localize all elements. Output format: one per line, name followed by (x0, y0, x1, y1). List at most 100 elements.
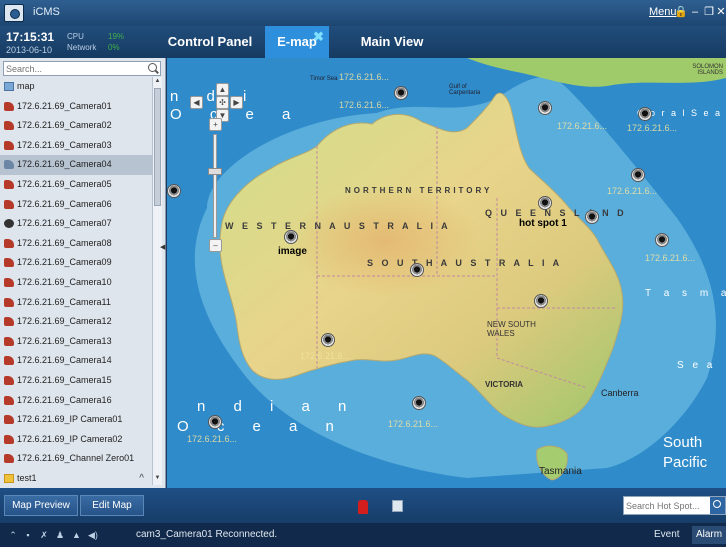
map-pan-control: ▲ ◀ ✣ ▶ ▼ (190, 83, 243, 122)
scroll-up-icon[interactable]: ▲ (154, 78, 161, 87)
camera-icon (4, 121, 14, 131)
camera-icon (4, 336, 14, 346)
status-bar: ⌃ ▪ ✗ ♟ ▲ ◀) cam3_Camera01 Reconnected. … (0, 523, 726, 547)
map-camera-pin[interactable] (538, 196, 552, 210)
pan-right-icon[interactable]: ▶ (230, 96, 243, 109)
search-icon[interactable] (710, 497, 725, 514)
e-map-canvas[interactable]: W E S T E R N A U S T R A L I A NORTHERN… (167, 58, 726, 488)
tree-item[interactable]: 172.6.21.69_IP Camera02 (0, 430, 152, 450)
tree-item[interactable]: map (0, 77, 152, 97)
tab-main-view[interactable]: Main View (352, 26, 432, 58)
tree-item[interactable]: 172.6.21.69_Camera03 (0, 136, 152, 156)
camera-icon (4, 101, 14, 111)
scroll-down-icon[interactable]: ▼ (154, 475, 161, 484)
tab-close-icon[interactable]: ✖ (313, 29, 324, 45)
speaker-icon[interactable]: ◀) (88, 530, 98, 540)
close-icon[interactable]: ✕ (714, 4, 726, 20)
zoom-slider[interactable]: + – (208, 118, 222, 252)
tree-item[interactable]: 172.6.21.69_Camera14 (0, 351, 152, 371)
map-camera-pin[interactable] (284, 230, 298, 244)
device-tree: map 172.6.21.69_Camera01 172.6.21.69_Camer… (0, 77, 152, 488)
tree-item[interactable]: 172.6.21.69_Camera16 (0, 391, 152, 411)
tree-item[interactable]: 172.6.21.69_Camera07 (0, 214, 152, 234)
icms-window: iCMS Menu 🔒 – ❐ ✕ 17:15:31 2013-06-10 CP… (0, 0, 726, 547)
map-camera-pin[interactable] (410, 263, 424, 277)
tree-item[interactable]: 172.6.21.69_Camera05 (0, 175, 152, 195)
map-camera-pin[interactable] (631, 168, 645, 182)
edit-map-button[interactable]: Edit Map (80, 495, 144, 516)
tree-item-label: map (17, 81, 35, 91)
minimize-icon[interactable]: – (688, 4, 702, 20)
pan-up-icon[interactable]: ▲ (216, 83, 229, 96)
map-camera-pin[interactable] (534, 294, 548, 308)
tree-search-input[interactable] (6, 63, 144, 75)
zoom-thumb[interactable] (208, 168, 222, 175)
map-camera-pin[interactable] (655, 233, 669, 247)
app-logo-icon (4, 4, 24, 22)
pan-center-icon[interactable]: ✣ (216, 96, 229, 109)
tree-item[interactable]: 172.6.21.69_Camera08 (0, 234, 152, 254)
tree-item[interactable]: 172.6.21.69_Channel Zero01 (0, 449, 152, 469)
zoom-rail[interactable] (213, 134, 217, 238)
scroll-thumb[interactable] (154, 88, 161, 206)
camera-icon (4, 395, 14, 405)
map-camera-pin[interactable] (638, 107, 652, 121)
collapse-panel-icon[interactable]: ◀ (160, 243, 166, 253)
tree-item[interactable]: 172.6.21.69_Camera06 (0, 195, 152, 215)
tree-item-label: 172.6.21.69_Camera01 (17, 100, 112, 111)
map-camera-pin[interactable] (412, 396, 426, 410)
zoom-out-icon[interactable]: – (209, 239, 222, 252)
zoom-in-icon[interactable]: + (209, 118, 222, 131)
tree-scrollbar[interactable]: ▲ ▼ (152, 77, 162, 485)
tree-item[interactable]: 172.6.21.69_Camera04 (0, 155, 152, 175)
camera-icon (4, 375, 14, 385)
menu-button[interactable]: Menu (649, 6, 677, 18)
event-button[interactable]: Event (654, 529, 680, 540)
map-preview-button[interactable]: Map Preview (4, 495, 78, 516)
map-camera-pin[interactable] (208, 415, 222, 429)
lock-icon[interactable]: 🔒 (674, 4, 688, 20)
hot-spot-label[interactable]: hot spot 1 (519, 218, 567, 229)
map-camera-pin[interactable] (321, 333, 335, 347)
tree-item[interactable]: 172.6.21.69_Camera13 (0, 332, 152, 352)
tree-item-label: 172.6.21.69_Camera04 (17, 159, 112, 170)
label-solomon: SOLOMON ISLANDS (692, 64, 723, 76)
search-icon[interactable] (148, 63, 157, 72)
person-icon[interactable]: ▲ (72, 530, 81, 540)
camera-icon (4, 258, 14, 268)
expand-icon[interactable]: ⌃ (9, 530, 17, 540)
camera-icon (4, 317, 14, 327)
clock-time: 17:15:31 (6, 30, 55, 44)
map-camera-pin[interactable] (394, 86, 408, 100)
tree-item[interactable]: 172.6.21.69_Camera09 (0, 253, 152, 273)
map-hotspot-icon[interactable] (392, 500, 403, 512)
tree-item[interactable]: 172.6.21.69_Camera02 (0, 116, 152, 136)
camera-offline-icon (4, 219, 14, 229)
alarm-light-icon[interactable] (358, 500, 368, 514)
tree-item-label: 172.6.21.69_Camera15 (17, 374, 112, 385)
alarm-button[interactable]: Alarm (692, 526, 726, 544)
map-camera-pin[interactable] (167, 184, 181, 198)
image-label[interactable]: image (278, 246, 307, 257)
chevron-up-icon[interactable]: ^ (139, 469, 144, 488)
user-alert-icon[interactable]: ♟ (56, 530, 64, 540)
tree-item[interactable]: 172.6.21.69_Camera15 (0, 371, 152, 391)
label-canberra: Canberra (601, 388, 639, 398)
tree-item[interactable]: 172.6.21.69_Camera10 (0, 273, 152, 293)
map-camera-pin[interactable] (585, 210, 599, 224)
tree-item-label: test1 (17, 472, 37, 483)
ip-label: 172.6.21.6... (339, 100, 390, 110)
pan-left-icon[interactable]: ◀ (190, 96, 203, 109)
tree-item[interactable]: test1 ^ (0, 469, 152, 488)
tree-item[interactable]: 172.6.21.69_Camera01 (0, 97, 152, 117)
tree-item-label: 172.6.21.69_Channel Zero01 (17, 453, 135, 464)
tree-item[interactable]: 172.6.21.69_Camera12 (0, 312, 152, 332)
hotspot-search-input[interactable] (626, 499, 710, 513)
map-camera-pin[interactable] (538, 101, 552, 115)
tree-item-label: 172.6.21.69_IP Camera01 (17, 414, 123, 425)
tab-control-panel[interactable]: Control Panel (160, 26, 260, 58)
tree-item[interactable]: 172.6.21.69_IP Camera01 (0, 410, 152, 430)
tree-item[interactable]: 172.6.21.69_Camera11 (0, 293, 152, 313)
pin-icon[interactable]: ✗ (40, 530, 48, 540)
monitor-icon[interactable]: ▪ (24, 530, 32, 540)
